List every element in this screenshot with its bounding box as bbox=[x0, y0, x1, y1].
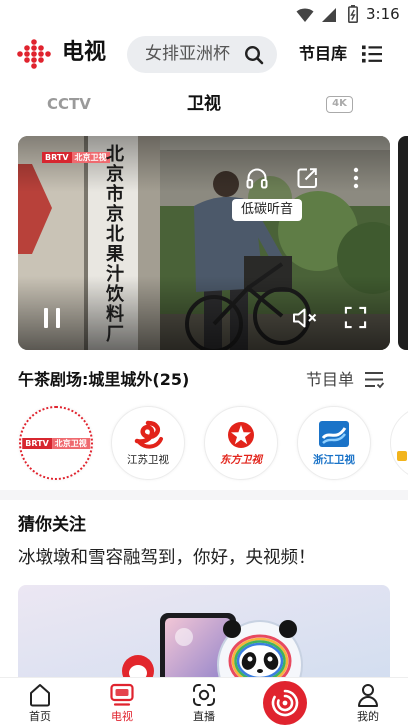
program-library-button[interactable]: 节目库 bbox=[299, 42, 347, 66]
channel-beijing[interactable]: BRTV 北京卫视 bbox=[19, 406, 93, 480]
cctv-video-logo-button[interactable] bbox=[263, 681, 307, 725]
search-placeholder: 女排亚洲杯 bbox=[145, 44, 230, 64]
channel-dongfang[interactable]: 东方卫视 bbox=[204, 406, 278, 480]
nav-profile[interactable]: 我的 bbox=[338, 678, 398, 727]
nav-label: 直播 bbox=[193, 710, 215, 723]
zhejiang-logo-icon bbox=[319, 421, 349, 447]
channel-logo-partial-icon bbox=[397, 451, 407, 461]
search-bar[interactable]: 女排亚洲杯 bbox=[127, 36, 277, 73]
recommend-item-thumbnail[interactable] bbox=[18, 585, 390, 677]
share-icon[interactable] bbox=[295, 166, 319, 190]
brtv-logo: BRTV 北京卫视 bbox=[22, 438, 90, 449]
video-player[interactable]: BRTV 北京卫视 北京市京北果汁饮料厂 低碳听音 bbox=[18, 136, 390, 350]
tab-cctv[interactable]: CCTV bbox=[47, 94, 91, 114]
channel-name: 北京卫视 bbox=[51, 438, 90, 449]
recommend-item-title[interactable]: 冰墩墩和雪容融驾到，你好，央视频！ bbox=[18, 545, 316, 571]
jiangsu-logo-icon bbox=[134, 420, 163, 449]
section-heading: 猜你关注 bbox=[18, 515, 86, 535]
nav-label: 首页 bbox=[29, 710, 51, 723]
dragon-star-logo-icon bbox=[228, 422, 254, 448]
nav-tv[interactable]: 电视 bbox=[92, 678, 152, 727]
mascot-banner-image bbox=[18, 585, 390, 677]
status-time: 3:16 bbox=[366, 5, 400, 23]
channel-next-partial[interactable] bbox=[390, 406, 408, 480]
pause-icon[interactable] bbox=[42, 307, 62, 329]
list-icon[interactable] bbox=[362, 45, 382, 63]
tab-satellite-tv[interactable]: 卫视 bbox=[187, 92, 221, 116]
mute-icon[interactable] bbox=[292, 307, 318, 329]
user-icon bbox=[358, 684, 378, 707]
battery-icon bbox=[348, 5, 358, 23]
nav-home[interactable]: 首页 bbox=[10, 678, 70, 727]
channel-name: 东方卫视 bbox=[220, 454, 262, 466]
nav-live[interactable]: 直播 bbox=[174, 678, 234, 727]
channel-name: 浙江卫视 bbox=[313, 454, 355, 466]
nav-label: 我的 bbox=[357, 710, 379, 723]
page-title: 电视 bbox=[62, 40, 107, 65]
bottom-nav: 首页 电视 直播 我的 bbox=[0, 677, 408, 727]
channel-logo-text: BRTV bbox=[22, 438, 52, 449]
next-video-card[interactable] bbox=[398, 136, 408, 350]
video-sign-text: 北京市京北果汁饮料厂 bbox=[103, 144, 124, 344]
schedule-list-icon[interactable] bbox=[364, 371, 384, 389]
signal-icon bbox=[322, 8, 336, 22]
audio-mode-tooltip: 低碳听音 bbox=[232, 199, 302, 221]
channel-jiangsu[interactable]: 江苏卫视 bbox=[111, 406, 185, 480]
nav-label: 电视 bbox=[111, 710, 133, 723]
watermark-logo: BRTV bbox=[42, 152, 72, 163]
home-icon bbox=[30, 684, 50, 707]
cctv-dots-logo-icon bbox=[17, 39, 51, 69]
tv-icon bbox=[110, 683, 134, 706]
video-frame bbox=[18, 136, 390, 350]
tab-4k[interactable]: 4K bbox=[326, 96, 353, 113]
channel-name: 江苏卫视 bbox=[127, 454, 169, 466]
more-vertical-icon[interactable] bbox=[349, 166, 363, 190]
live-icon bbox=[193, 684, 215, 706]
headphone-icon[interactable] bbox=[245, 166, 269, 190]
wifi-icon bbox=[296, 8, 314, 22]
schedule-button[interactable]: 节目单 bbox=[306, 369, 354, 391]
search-icon[interactable] bbox=[244, 45, 264, 65]
cctv-video-logo-icon bbox=[271, 689, 299, 717]
section-divider bbox=[0, 490, 408, 500]
channel-zhejiang[interactable]: 浙江卫视 bbox=[297, 406, 371, 480]
now-playing-title: 午茶剧场:城里城外(25) bbox=[18, 370, 190, 389]
fullscreen-icon[interactable] bbox=[344, 306, 367, 329]
